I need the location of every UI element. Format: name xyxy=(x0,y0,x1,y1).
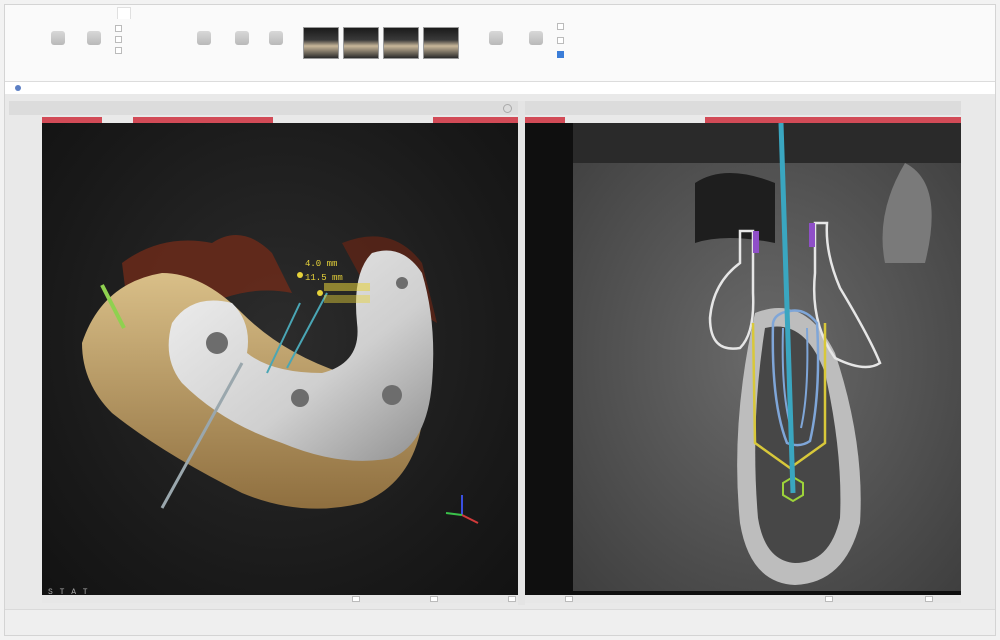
ribbon-tab-strip xyxy=(65,7,183,19)
scroll-thumb[interactable] xyxy=(925,596,933,602)
measurement-label-1: 4.0 mm xyxy=(305,259,337,269)
ribbon-button-6[interactable] xyxy=(483,25,509,57)
ribbon-right-check-3[interactable] xyxy=(557,51,567,58)
view-settings-icon[interactable] xyxy=(503,103,512,113)
tool-icon xyxy=(87,31,101,45)
scroll-thumb[interactable] xyxy=(825,596,833,602)
ribbon-toolbar xyxy=(5,5,995,82)
status-bar xyxy=(5,609,995,635)
ribbon-check-1[interactable] xyxy=(115,25,125,32)
cross-section-render xyxy=(573,122,961,591)
view-preset-thumbnail-4[interactable] xyxy=(423,27,459,59)
ribbon-button-5[interactable] xyxy=(263,25,289,57)
3d-jaw-view[interactable]: 4.0 mm 11.5 mm S T A T xyxy=(42,123,518,601)
right-view-scrollbar[interactable] xyxy=(525,595,961,603)
measurement-label-2: 11.5 mm xyxy=(305,273,343,283)
ribbon-tab-1[interactable] xyxy=(65,7,77,19)
3d-jaw-render: 4.0 mm 11.5 mm xyxy=(82,235,479,524)
left-view-scrollbar[interactable] xyxy=(42,595,518,603)
tool-icon xyxy=(269,31,283,45)
left-view-header xyxy=(9,101,518,115)
tool-icon xyxy=(489,31,503,45)
right-view-header xyxy=(525,101,961,115)
view-splitter[interactable] xyxy=(518,101,525,605)
ribbon-button-4[interactable] xyxy=(229,25,255,57)
tool-icon xyxy=(529,31,543,45)
orientation-gizmo-icon xyxy=(445,495,479,524)
info-icon xyxy=(15,85,21,91)
scroll-thumb[interactable] xyxy=(565,596,573,602)
ribbon-button-3[interactable] xyxy=(191,25,217,57)
ribbon-tab-3[interactable] xyxy=(171,7,183,19)
scroll-thumb[interactable] xyxy=(508,596,516,602)
cross-section-view[interactable] xyxy=(525,122,961,601)
scroll-thumb[interactable] xyxy=(430,596,438,602)
ribbon-button-1[interactable] xyxy=(45,25,71,57)
app-window: 4.0 mm 11.5 mm S T A T xyxy=(4,4,996,636)
ribbon-button-2[interactable] xyxy=(81,25,107,57)
tool-icon xyxy=(197,31,211,45)
view-preset-thumbnail-2[interactable] xyxy=(343,27,379,59)
ribbon-right-check-2[interactable] xyxy=(557,37,567,44)
ribbon-check-3[interactable] xyxy=(115,47,125,54)
ribbon-check-2[interactable] xyxy=(115,36,125,43)
info-bar xyxy=(5,82,995,94)
view-preset-thumbnail-1[interactable] xyxy=(303,27,339,59)
ribbon-tab-2[interactable] xyxy=(117,7,131,19)
tool-icon xyxy=(235,31,249,45)
ribbon-button-7[interactable] xyxy=(523,25,549,57)
tool-icon xyxy=(51,31,65,45)
ribbon-right-check-1[interactable] xyxy=(557,23,567,30)
view-preset-thumbnail-3[interactable] xyxy=(383,27,419,59)
scroll-thumb[interactable] xyxy=(352,596,360,602)
